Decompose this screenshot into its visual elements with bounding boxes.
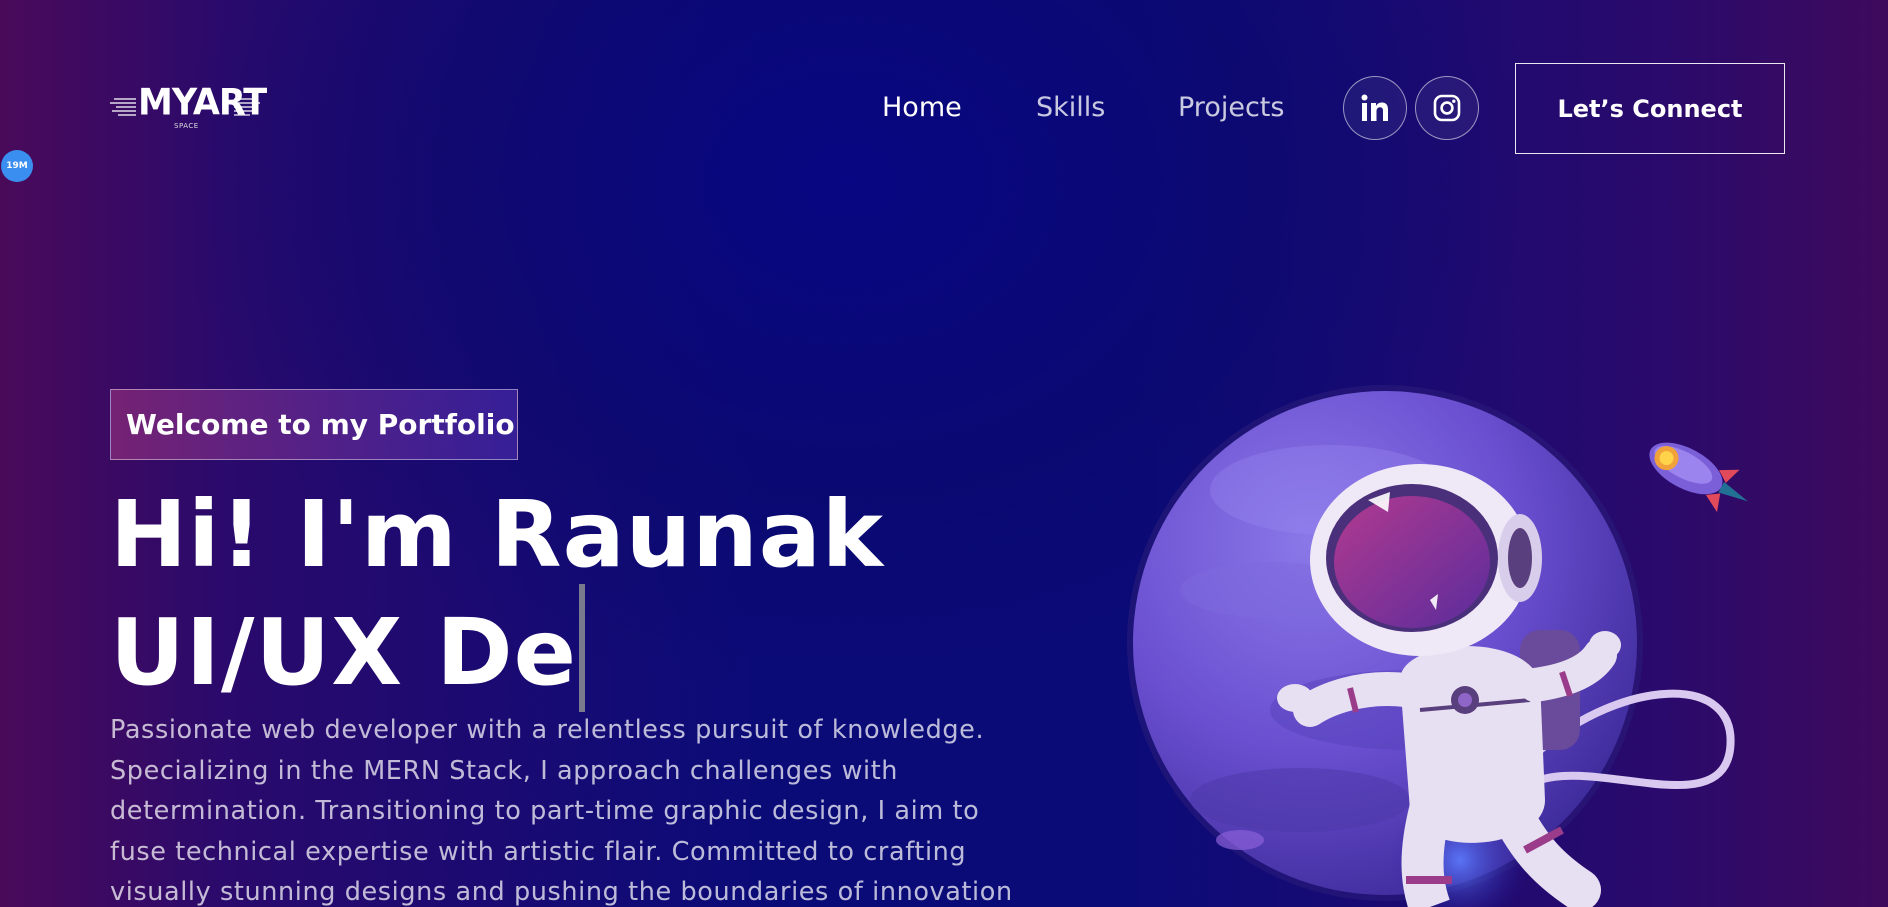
instagram-button[interactable] <box>1415 76 1479 140</box>
typing-cursor <box>578 584 585 712</box>
hero-headline: Hi! I'm Raunak UI/UX De <box>110 486 884 712</box>
headline-line-2: UI/UX De <box>110 584 884 712</box>
floating-badge[interactable]: 19M <box>1 150 33 182</box>
headline-line-1: Hi! I'm Raunak <box>110 481 884 588</box>
linkedin-icon <box>1361 94 1388 121</box>
typed-role-text: UI/UX De <box>110 599 577 706</box>
lets-connect-button[interactable]: Let’s Connect <box>1515 63 1785 154</box>
linkedin-button[interactable] <box>1343 76 1407 140</box>
hero-description: Passionate web developer with a relentle… <box>110 715 1013 907</box>
welcome-tagline: Welcome to my Portfolio <box>110 389 518 460</box>
astronaut-planet-illustration <box>1127 385 1748 907</box>
rocket <box>1649 442 1748 513</box>
nav-projects-link[interactable]: Projects <box>1178 86 1284 130</box>
nav-skills-link[interactable]: Skills <box>1036 86 1105 130</box>
nav-home-link[interactable]: Home <box>882 86 962 130</box>
instagram-icon <box>1433 94 1461 122</box>
